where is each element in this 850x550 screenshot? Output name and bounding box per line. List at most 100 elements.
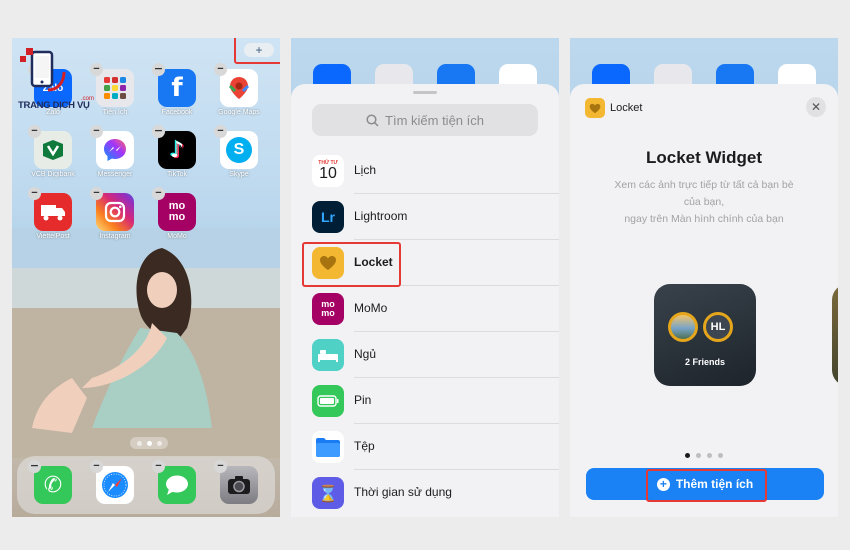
brand-logo: TRANG DỊCH VỤ .com bbox=[18, 46, 98, 114]
app-label: MoMo bbox=[167, 233, 187, 240]
description-line: của bạn, bbox=[683, 196, 725, 208]
calendar-icon: THỨ TƯ 10 bbox=[312, 155, 344, 187]
remove-app-icon[interactable]: − bbox=[152, 187, 165, 200]
description-line: Xem các ảnh trực tiếp từ tất cả bạn bè bbox=[614, 179, 794, 191]
tiktok-glyph: ♪ bbox=[169, 137, 185, 163]
app-momo[interactable]: mo mo − MoMo bbox=[148, 187, 206, 240]
app-label: TikTok bbox=[167, 171, 187, 178]
widget-app-name: Locket bbox=[610, 102, 643, 114]
dock-camera[interactable]: − bbox=[210, 460, 268, 504]
viettelpost-icon: − bbox=[28, 187, 72, 231]
camera-icon: − bbox=[214, 460, 258, 504]
description-line: ngay trên Màn hình chính của bạn bbox=[624, 213, 784, 225]
widget-size-page-indicator[interactable] bbox=[570, 453, 838, 458]
widget-item-lightroom[interactable]: Lr Lightroom bbox=[291, 194, 559, 240]
google-maps-icon: − bbox=[214, 63, 258, 107]
remove-app-icon[interactable]: − bbox=[28, 187, 41, 200]
remove-app-icon[interactable]: − bbox=[152, 63, 165, 76]
vcb-digibank-icon: − bbox=[28, 125, 72, 169]
close-icon[interactable]: ✕ bbox=[806, 97, 826, 117]
widget-preview-next[interactable] bbox=[832, 284, 838, 386]
momo-icon: mo mo − bbox=[152, 187, 196, 231]
locket-heart-icon bbox=[585, 98, 605, 118]
widget-item-files[interactable]: Tệp bbox=[291, 424, 559, 470]
phone-icon: ✆ − bbox=[28, 460, 72, 504]
lightroom-glyph: Lr bbox=[321, 209, 335, 225]
wallpaper-photo bbox=[12, 228, 280, 458]
dock-messages[interactable]: − bbox=[148, 460, 206, 504]
dock-safari[interactable]: − bbox=[86, 460, 144, 504]
app-label: VCB Digibank bbox=[31, 171, 75, 178]
app-label: Facebook bbox=[161, 109, 193, 116]
widget-item-battery[interactable]: Pin bbox=[291, 378, 559, 424]
momo-glyph: mo mo bbox=[321, 299, 335, 318]
phone-logo-icon bbox=[20, 48, 66, 92]
widget-item-label: MoMo bbox=[354, 301, 388, 315]
facebook-glyph: f bbox=[171, 73, 183, 103]
highlight-locket-item bbox=[302, 242, 401, 287]
widget-search-input[interactable]: Tìm kiếm tiện ích bbox=[312, 104, 538, 136]
widget-item-label: Tệp bbox=[354, 439, 375, 453]
widget-item-screen-time[interactable]: ⌛ Thời gian sử dụng bbox=[291, 470, 559, 516]
remove-app-icon[interactable]: − bbox=[214, 125, 227, 138]
brand-logo-text: TRANG DỊCH VỤ bbox=[18, 100, 90, 111]
widget-item-sleep[interactable]: Ngủ bbox=[291, 332, 559, 378]
files-folder-icon bbox=[312, 431, 344, 463]
app-skype[interactable]: S − Skype bbox=[210, 125, 268, 178]
tiktok-icon: ♪ − bbox=[152, 125, 196, 169]
utilities-folder-icon: − bbox=[90, 63, 134, 107]
app-messenger[interactable]: − Messenger bbox=[86, 125, 144, 178]
remove-app-icon[interactable]: − bbox=[28, 125, 41, 138]
widget-item-label: Ngủ bbox=[354, 347, 377, 361]
app-google-maps[interactable]: − Google Maps bbox=[210, 63, 268, 116]
phone-glyph: ✆ bbox=[43, 472, 63, 498]
widget-item-label: Pin bbox=[354, 393, 372, 407]
sheet-grabber[interactable] bbox=[413, 91, 437, 94]
screen-time-hourglass-icon: ⌛ bbox=[312, 477, 344, 509]
hourglass-glyph: ⌛ bbox=[318, 483, 338, 503]
widget-item-momo[interactable]: mo mo MoMo bbox=[291, 286, 559, 332]
remove-app-icon[interactable]: − bbox=[28, 460, 41, 473]
app-vcb-digibank[interactable]: − VCB Digibank bbox=[24, 125, 82, 178]
app-tiktok[interactable]: ♪ − TikTok bbox=[148, 125, 206, 178]
remove-app-icon[interactable]: − bbox=[90, 125, 103, 138]
widget-preview-small[interactable]: HL 2 Friends bbox=[654, 284, 756, 386]
app-label: ViettelPost bbox=[36, 233, 70, 240]
page-indicator[interactable] bbox=[130, 437, 168, 449]
app-viettelpost[interactable]: − ViettelPost bbox=[24, 187, 82, 240]
locket-widget-card: Locket ✕ Locket Widget Xem các ảnh trực … bbox=[570, 84, 838, 517]
highlight-add-widget-button bbox=[646, 469, 767, 502]
widget-item-label: Lightroom bbox=[354, 209, 408, 223]
remove-app-icon[interactable]: − bbox=[90, 460, 103, 473]
widget-item-label: Thời gian sử dụng bbox=[354, 485, 452, 499]
widget-detail-panel: Locket ✕ Locket Widget Xem các ảnh trực … bbox=[570, 38, 838, 517]
brand-logo-suffix: .com bbox=[81, 96, 95, 102]
skype-icon: S − bbox=[214, 125, 258, 169]
app-facebook[interactable]: f − Facebook bbox=[148, 63, 206, 116]
battery-icon bbox=[312, 385, 344, 417]
search-icon bbox=[366, 113, 379, 127]
app-label: Messenger bbox=[97, 171, 133, 178]
remove-app-icon[interactable]: − bbox=[152, 125, 165, 138]
calendar-day-number: 10 bbox=[319, 165, 337, 182]
messages-icon: − bbox=[152, 460, 196, 504]
widget-gallery-sheet: Tìm kiếm tiện ích THỨ TƯ 10 Lịch Lr Ligh… bbox=[291, 84, 559, 517]
dock-phone[interactable]: ✆ − bbox=[24, 460, 82, 504]
widget-item-calendar[interactable]: THỨ TƯ 10 Lịch bbox=[291, 148, 559, 194]
momo-glyph: mo mo bbox=[168, 200, 186, 223]
app-label: Instagram bbox=[99, 233, 131, 240]
momo-icon: mo mo bbox=[312, 293, 344, 325]
app-label: Skype bbox=[229, 171, 249, 178]
safari-icon: − bbox=[90, 460, 134, 504]
search-placeholder: Tìm kiếm tiện ích bbox=[385, 112, 484, 128]
widget-item-label: Lịch bbox=[354, 163, 377, 177]
app-instagram[interactable]: − Instagram bbox=[86, 187, 144, 240]
widget-preview-caption: 2 Friends bbox=[684, 357, 725, 367]
remove-app-icon[interactable]: − bbox=[152, 460, 165, 473]
instagram-icon: − bbox=[90, 187, 134, 231]
widget-description: Xem các ảnh trực tiếp từ tất cả bạn bè c… bbox=[580, 177, 828, 228]
sleep-bed-icon bbox=[312, 339, 344, 371]
remove-app-icon[interactable]: − bbox=[214, 63, 227, 76]
remove-app-icon[interactable]: − bbox=[90, 187, 103, 200]
remove-app-icon[interactable]: − bbox=[214, 460, 227, 473]
